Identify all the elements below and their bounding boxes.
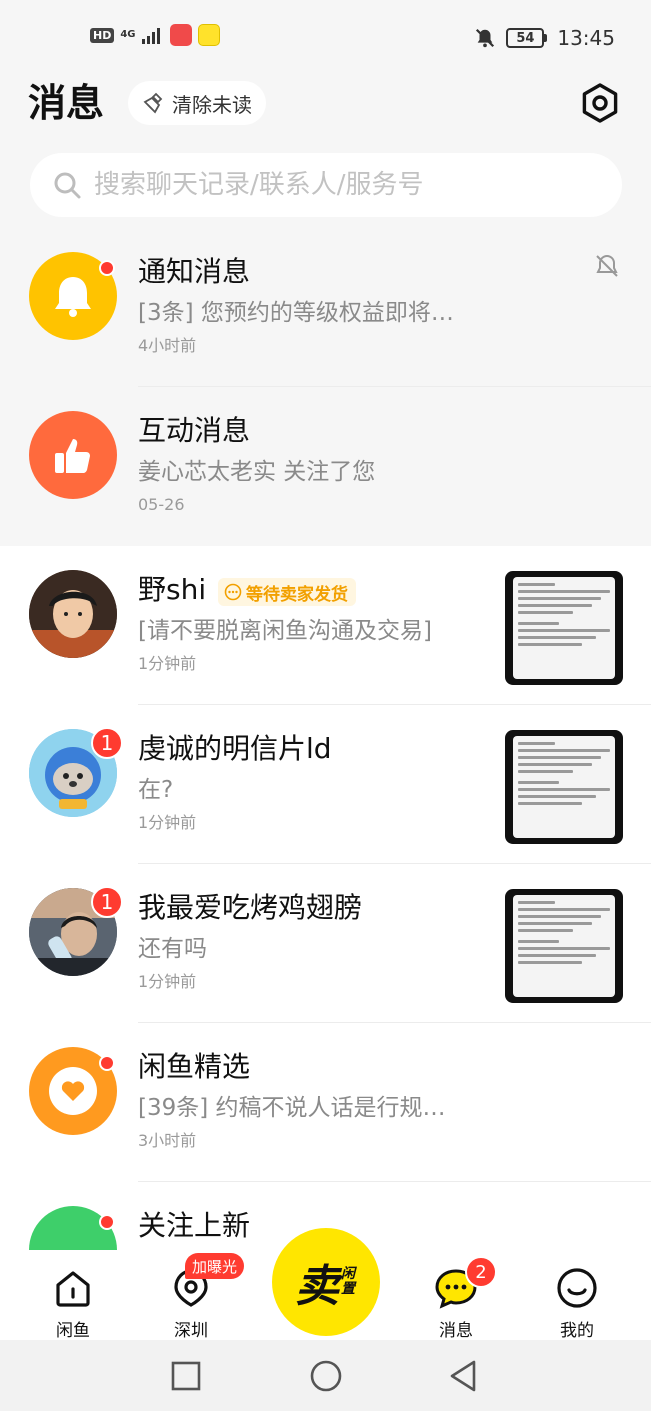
- row-time: 05-26: [138, 495, 185, 514]
- message-preview: [请不要脱离闲鱼沟通及交易]: [138, 618, 432, 644]
- interaction-row[interactable]: 互动消息 姜心芯太老实 关注了您 05-26: [0, 387, 651, 546]
- tab-home-label: 闲鱼: [56, 1321, 90, 1341]
- messages-badge: 2: [465, 1256, 497, 1288]
- clock: 13:45: [557, 26, 615, 50]
- status-right: 54 13:45: [474, 26, 615, 50]
- sell-button[interactable]: 卖 闲置: [272, 1228, 380, 1336]
- xianyu-notification-icon: [197, 24, 220, 46]
- broom-icon: [143, 92, 163, 114]
- message-time: 1分钟前: [138, 654, 197, 673]
- network-indicator: 4G: [120, 29, 136, 40]
- contact-name: 我最爱吃烤鸡翅膀: [138, 891, 363, 924]
- tab-messages-label: 消息: [439, 1321, 473, 1341]
- message-time: 3小时前: [138, 1131, 197, 1150]
- row-preview: 姜心芯太老实 关注了您: [138, 459, 376, 485]
- signal-icon: [141, 28, 160, 44]
- unread-dot: [99, 1055, 115, 1071]
- settings-icon[interactable]: [579, 82, 621, 124]
- more-circle-icon: [224, 583, 242, 601]
- row-preview: [3条] 您预约的等级权益即将…: [138, 300, 454, 326]
- user-avatar-image: [29, 570, 117, 658]
- home-icon: [56, 1271, 90, 1307]
- row-title: 通知消息: [138, 255, 251, 288]
- chat-row[interactable]: 闲鱼精选 [39条] 约稿不说人话是行规… 3小时前: [0, 1023, 651, 1182]
- avatar: [29, 1206, 117, 1250]
- unread-dot: [99, 1214, 115, 1230]
- message-preview: [39条] 约稿不说人话是行规…: [138, 1095, 446, 1121]
- sell-label: 卖: [295, 1261, 339, 1312]
- clear-unread-label: 清除未读: [172, 92, 252, 117]
- avatar: 1: [29, 886, 123, 976]
- avatar: [29, 570, 117, 658]
- back-triangle-icon[interactable]: [444, 1356, 484, 1396]
- boost-tag: 加曝光: [185, 1253, 245, 1279]
- unread-dot: [99, 260, 115, 276]
- row-title: 互动消息: [138, 414, 251, 447]
- avatar: [29, 411, 117, 499]
- status-left: HD 4G: [90, 24, 220, 46]
- message-time: 1分钟前: [138, 972, 197, 991]
- heart-badge-icon: [49, 1067, 97, 1115]
- system-message-list: 通知消息 [3条] 您预约的等级权益即将… 4小时前 互动消息 姜心芯太老实 关…: [0, 228, 651, 546]
- avatar: [29, 1047, 117, 1135]
- contact-name: 野shi: [138, 573, 207, 606]
- chat-list: 野shi 等待卖家发货 [请不要脱离闲鱼沟通及交易] 1分钟前 1 虔诚的明信片…: [0, 546, 651, 1250]
- message-time: 1分钟前: [138, 813, 197, 832]
- message-preview: 还有吗: [138, 936, 207, 962]
- notification-row[interactable]: 通知消息 [3条] 您预约的等级权益即将… 4小时前: [0, 228, 651, 387]
- unread-badge: 1: [91, 886, 123, 918]
- home-circle-icon[interactable]: [306, 1356, 346, 1396]
- chat-row[interactable]: 野shi 等待卖家发货 [请不要脱离闲鱼沟通及交易] 1分钟前: [0, 546, 651, 705]
- avatar: [29, 252, 117, 340]
- search-bar[interactable]: [30, 153, 622, 217]
- message-preview: 在?: [138, 777, 174, 803]
- mute-bell-icon: [476, 28, 495, 48]
- tab-mine-label: 我的: [560, 1321, 594, 1341]
- hd-indicator: HD: [90, 27, 115, 43]
- clear-unread-button[interactable]: 清除未读: [128, 81, 266, 125]
- chat-row[interactable]: 1 我最爱吃烤鸡翅膀 还有吗 1分钟前: [0, 864, 651, 1023]
- tab-home[interactable]: 闲鱼: [33, 1264, 113, 1341]
- battery-icon: 54: [506, 28, 548, 48]
- recent-apps-icon[interactable]: [166, 1356, 206, 1396]
- system-nav-bar: [0, 1340, 651, 1411]
- row-time: 4小时前: [138, 336, 197, 355]
- smile-icon: [557, 1268, 597, 1308]
- item-thumbnail[interactable]: [505, 889, 623, 1003]
- search-icon: [54, 172, 81, 199]
- contact-name: 关注上新: [138, 1209, 251, 1242]
- muted-bell-icon: [596, 254, 618, 277]
- avatar: 1: [29, 727, 123, 817]
- thumbs-up-icon: [55, 439, 90, 473]
- status-bar: HD 4G 54 13:45: [0, 0, 651, 78]
- app-notification-icon: [169, 24, 192, 46]
- header: 消息 清除未读: [0, 78, 651, 134]
- search-input[interactable]: [94, 170, 594, 200]
- sell-sublabel: 闲置: [341, 1266, 355, 1297]
- item-thumbnail[interactable]: [505, 571, 623, 685]
- unread-badge: 1: [91, 727, 123, 759]
- tab-mine[interactable]: 我的: [537, 1264, 617, 1341]
- page-title: 消息: [28, 81, 105, 125]
- contact-name: 虔诚的明信片ld: [138, 732, 332, 765]
- order-status-tag: 等待卖家发货: [218, 578, 356, 606]
- tab-city-label: 深圳: [174, 1321, 208, 1341]
- chat-row[interactable]: 1 虔诚的明信片ld 在? 1分钟前: [0, 705, 651, 864]
- item-thumbnail[interactable]: [505, 730, 623, 844]
- contact-name: 闲鱼精选: [138, 1050, 251, 1083]
- bell-icon: [55, 277, 91, 317]
